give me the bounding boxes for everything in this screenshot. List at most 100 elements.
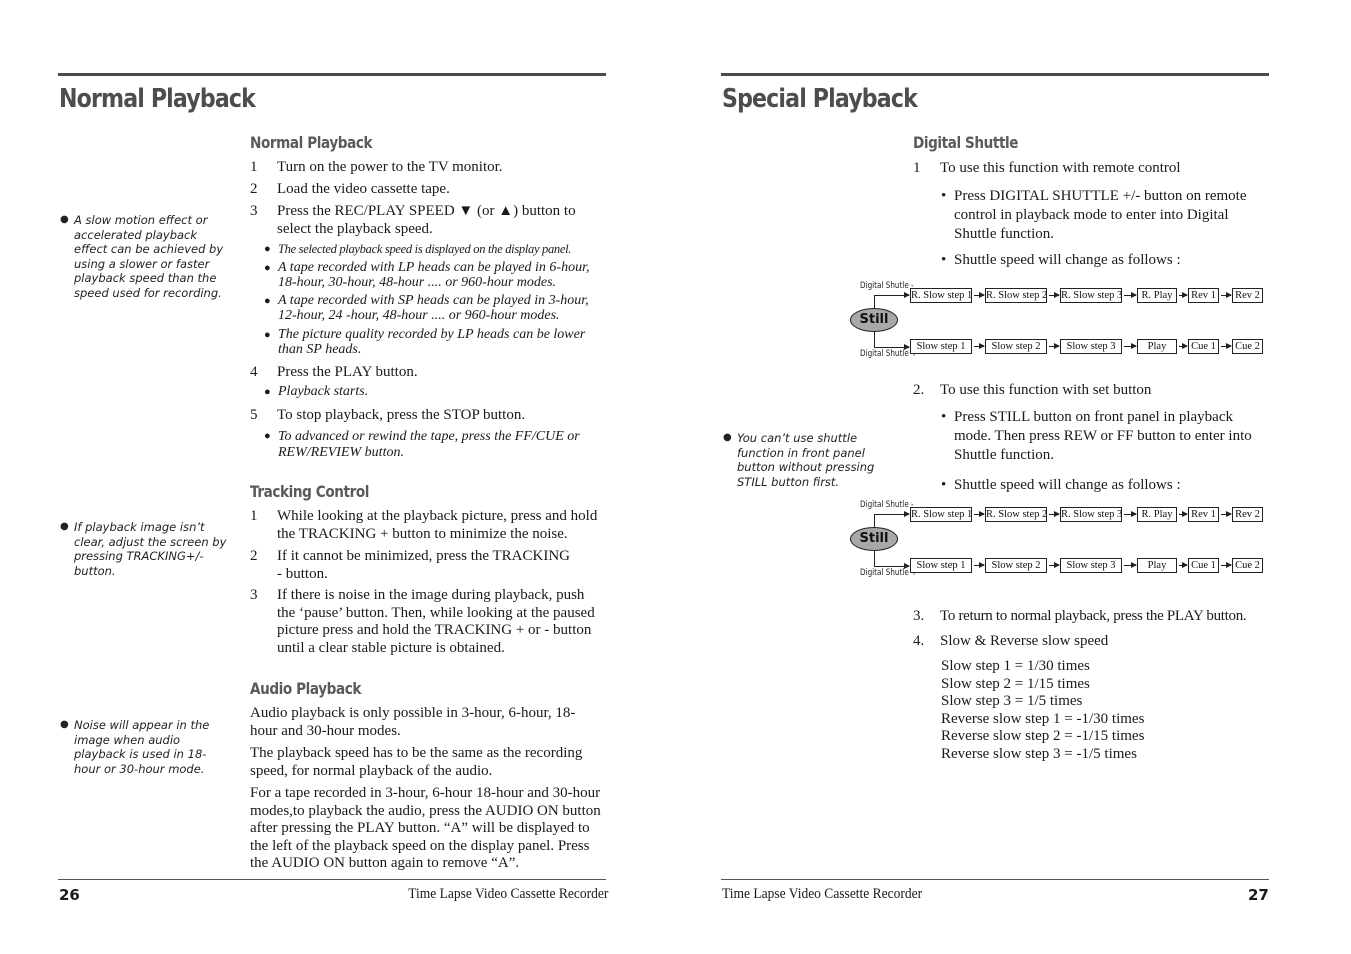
arrow-icon <box>1124 292 1137 298</box>
speed-line: Reverse slow step 3 = -1/5 times <box>941 745 1137 762</box>
page-number: 26 <box>59 886 80 904</box>
bullet-icon: • <box>941 477 947 493</box>
shuttle-plus-label: Digital Shutle + <box>860 349 918 359</box>
step-number: 3 <box>250 587 258 603</box>
bullet-text: Press DIGITAL SHUTTLE +/- button on remo… <box>954 188 1247 242</box>
left-page: Normal Playback Normal Playback 1 Turn o… <box>0 0 660 954</box>
still-node: Still <box>850 308 898 332</box>
connector-line <box>874 295 875 308</box>
reverse-step-box: R. Slow step 2 <box>985 507 1048 522</box>
note-text: A tape recorded with SP heads can be pla… <box>278 293 589 323</box>
arrow-icon <box>874 563 910 569</box>
step-number: 1 <box>913 160 921 176</box>
page-title: Normal Playback <box>59 84 256 114</box>
reverse-step-box: Rev 1 <box>1188 507 1219 522</box>
reverse-step-box: R. Play <box>1137 288 1177 303</box>
step-text: Turn on the power to the TV monitor. <box>277 159 503 175</box>
forward-step-box: Cue 1 <box>1188 558 1219 573</box>
bullet-icon: • <box>941 409 947 425</box>
arrow-icon <box>1049 511 1060 517</box>
step-number: 3. <box>913 608 925 624</box>
paragraph: For a tape recorded in 3-hour, 6-hour 18… <box>250 785 601 871</box>
shuttle-diagram: Digital Shutle - Digital Shutle + Still R. … <box>850 500 1271 582</box>
forward-step-box: Slow step 2 <box>985 558 1047 573</box>
bullet-icon: ● <box>264 386 271 398</box>
bullet-icon: ● <box>264 243 271 255</box>
arrow-icon <box>1179 343 1188 349</box>
speed-line: Slow step 2 = 1/15 times <box>941 675 1090 692</box>
step-text: To stop playback, press the STOP button. <box>277 407 526 423</box>
step-number: 2 <box>250 181 258 197</box>
forward-step-box: Slow step 2 <box>985 339 1047 354</box>
reverse-step-box: R. Slow step 1 <box>910 288 973 303</box>
speed-line: Reverse slow step 2 = -1/15 times <box>941 728 1145 744</box>
arrow-icon <box>874 344 910 350</box>
forward-step-box: Play <box>1137 339 1177 354</box>
arrow-icon <box>874 292 910 298</box>
connector-line <box>874 550 875 566</box>
reverse-step-box: R. Slow step 1 <box>910 507 973 522</box>
side-note-text: If playback image isn’t clear, adjust th… <box>74 520 227 578</box>
reverse-step-box: R. Slow step 2 <box>985 288 1048 303</box>
bullet-icon: ● <box>264 430 271 442</box>
step-text: To use this function with set button <box>940 382 1152 398</box>
bullet-icon: • <box>941 188 947 204</box>
arrow-icon <box>1221 343 1232 349</box>
bullet-icon: ● <box>264 295 271 307</box>
shuttle-minus-label: Digital Shutle - <box>860 281 914 291</box>
arrow-icon <box>1221 292 1232 298</box>
step-text: Load the video cassette tape. <box>277 181 450 197</box>
connector-line <box>874 331 875 347</box>
bullet-icon: ● <box>60 719 69 730</box>
page-number: 27 <box>1248 886 1269 904</box>
bullet-icon: ● <box>60 214 69 225</box>
arrow-icon <box>1179 511 1188 517</box>
arrow-icon <box>1049 292 1060 298</box>
bullet-text: Shuttle speed will change as follows : <box>954 477 1181 493</box>
speed-line: Slow step 1 = 1/30 times <box>941 658 1090 674</box>
connector-line <box>874 514 875 527</box>
step-number: 1 <box>250 159 258 175</box>
arrow-icon <box>1124 562 1137 568</box>
reverse-step-box: Rev 2 <box>1232 507 1263 522</box>
reverse-step-box: R. Slow step 3 <box>1060 507 1123 522</box>
page-title: Special Playback <box>722 84 918 114</box>
step-text: To use this function with remote control <box>940 160 1181 176</box>
step-number: 2 <box>250 548 258 564</box>
step-number: 3 <box>250 203 258 219</box>
forward-step-box: Slow step 3 <box>1060 339 1122 354</box>
arrow-icon <box>1221 562 1232 568</box>
step-text: Slow & Reverse slow speed <box>940 633 1109 649</box>
note-text: The selected playback speed is displayed… <box>278 242 572 256</box>
forward-step-box: Cue 1 <box>1188 339 1219 354</box>
section-heading-tracking-control: Tracking Control <box>250 482 370 501</box>
forward-step-box: Slow step 1 <box>910 558 972 573</box>
arrow-icon <box>974 292 985 298</box>
step-number: 2. <box>913 382 925 398</box>
footer-title: Time Lapse Video Cassette Recorder <box>722 886 923 902</box>
note-text: Playback starts. <box>278 384 369 399</box>
paragraph: The playback speed has to be the same as… <box>250 745 583 779</box>
section-heading-normal-playback: Normal Playback <box>250 133 373 152</box>
note-text: A tape recorded with LP heads can be pla… <box>278 260 590 290</box>
arrow-icon <box>974 562 985 568</box>
bottom-rule <box>58 879 606 880</box>
step-number: 1 <box>250 508 258 524</box>
top-rule <box>721 73 1269 76</box>
bullet-icon: • <box>941 252 947 268</box>
forward-step-box: Cue 2 <box>1232 339 1263 354</box>
bullet-icon: ● <box>60 521 69 532</box>
reverse-step-box: R. Play <box>1137 507 1177 522</box>
right-page: Special Playback Digital Shuttle 1 To us… <box>660 0 1351 954</box>
bullet-icon: ● <box>264 329 271 341</box>
paragraph: Audio playback is only possible in 3-hou… <box>250 705 576 739</box>
step-text: If there is noise in the image during pl… <box>277 587 595 656</box>
side-note-text: Noise will appear in the image when audi… <box>74 718 210 776</box>
shuttle-minus-label: Digital Shutle - <box>860 500 914 510</box>
arrow-icon <box>1049 343 1060 349</box>
forward-step-box: Slow step 1 <box>910 339 972 354</box>
arrow-icon <box>1179 292 1188 298</box>
step-text: To return to normal playback, press the … <box>940 608 1247 624</box>
arrow-icon <box>974 511 985 517</box>
bullet-icon: ● <box>723 432 732 443</box>
